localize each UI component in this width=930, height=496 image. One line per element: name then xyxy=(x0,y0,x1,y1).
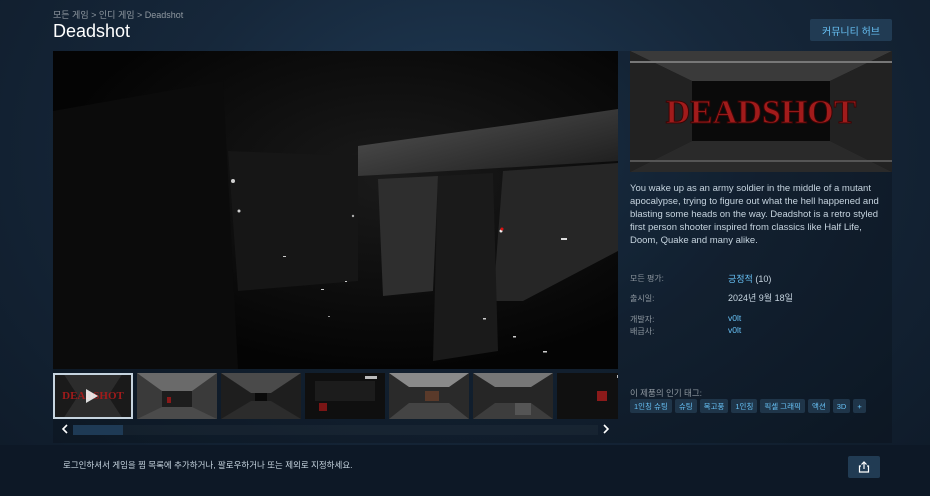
thumbnail-strip: DEADSHOT xyxy=(53,373,618,419)
release-date: 2024년 9월 18일 xyxy=(728,293,793,303)
screenshot-image xyxy=(53,51,618,369)
reviews-summary[interactable]: 긍정적 xyxy=(728,274,753,284)
play-icon xyxy=(86,389,98,403)
chevron-left-icon[interactable] xyxy=(57,421,73,437)
tag-item[interactable]: 1인칭 xyxy=(731,399,758,413)
tag-item[interactable]: 복고풍 xyxy=(699,399,729,413)
tag-item[interactable]: 픽셀 그래픽 xyxy=(760,399,805,413)
reviews-label: 모든 평가: xyxy=(630,274,664,283)
thumbnail-screenshot[interactable] xyxy=(305,373,385,419)
thumbnail-scroller xyxy=(53,421,618,437)
thumbnail-trailer[interactable]: DEADSHOT xyxy=(53,373,133,419)
thumbnail-screenshot[interactable] xyxy=(473,373,553,419)
tag-item[interactable]: 1인칭 슈팅 xyxy=(630,399,672,413)
page-title: Deadshot xyxy=(53,21,131,41)
game-capsule-image: DEADSHOT xyxy=(630,51,892,172)
release-label: 출시일: xyxy=(630,294,655,303)
reviews-count: (10) xyxy=(755,274,772,284)
scrollbar-handle[interactable] xyxy=(73,425,123,435)
tags-label: 이 제품의 인기 태그: xyxy=(630,388,703,398)
tag-more-button[interactable]: + xyxy=(853,399,866,413)
tag-list: 1인칭 슈팅 슈팅 복고풍 1인칭 픽셀 그래픽 액션 3D + xyxy=(630,399,866,413)
developer-label: 개발자: xyxy=(630,315,655,324)
tag-item[interactable]: 슈팅 xyxy=(674,399,697,413)
main-screenshot[interactable] xyxy=(53,51,618,369)
share-button[interactable] xyxy=(848,456,880,478)
login-notice[interactable]: 로그인하셔서 게임을 찜 목록에 추가하거나, 팔로우하거나 또는 제외로 지정… xyxy=(63,459,353,471)
reviews-value: 긍정적 (10) xyxy=(728,272,771,285)
thumbnail-screenshot[interactable] xyxy=(557,373,618,419)
game-description: You wake up as an army soldier in the mi… xyxy=(630,183,879,246)
capsule-logo: DEADSHOT xyxy=(666,94,857,131)
share-icon xyxy=(858,461,870,473)
developer-link[interactable]: v0lt xyxy=(728,313,741,323)
tag-item[interactable]: 3D xyxy=(832,399,851,413)
breadcrumb[interactable]: 모든 게임 > 인디 게임 > Deadshot xyxy=(53,8,183,21)
tag-item[interactable]: 액션 xyxy=(807,399,830,413)
publisher-link[interactable]: v0lt xyxy=(728,325,741,335)
thumbnail-screenshot[interactable] xyxy=(221,373,301,419)
scrollbar-track[interactable] xyxy=(73,425,598,435)
publisher-label: 배급사: xyxy=(630,327,655,336)
community-hub-button[interactable]: 커뮤니티 허브 xyxy=(810,19,892,41)
thumbnail-screenshot[interactable] xyxy=(389,373,469,419)
chevron-right-icon[interactable] xyxy=(598,421,614,437)
thumbnail-screenshot[interactable] xyxy=(137,373,217,419)
